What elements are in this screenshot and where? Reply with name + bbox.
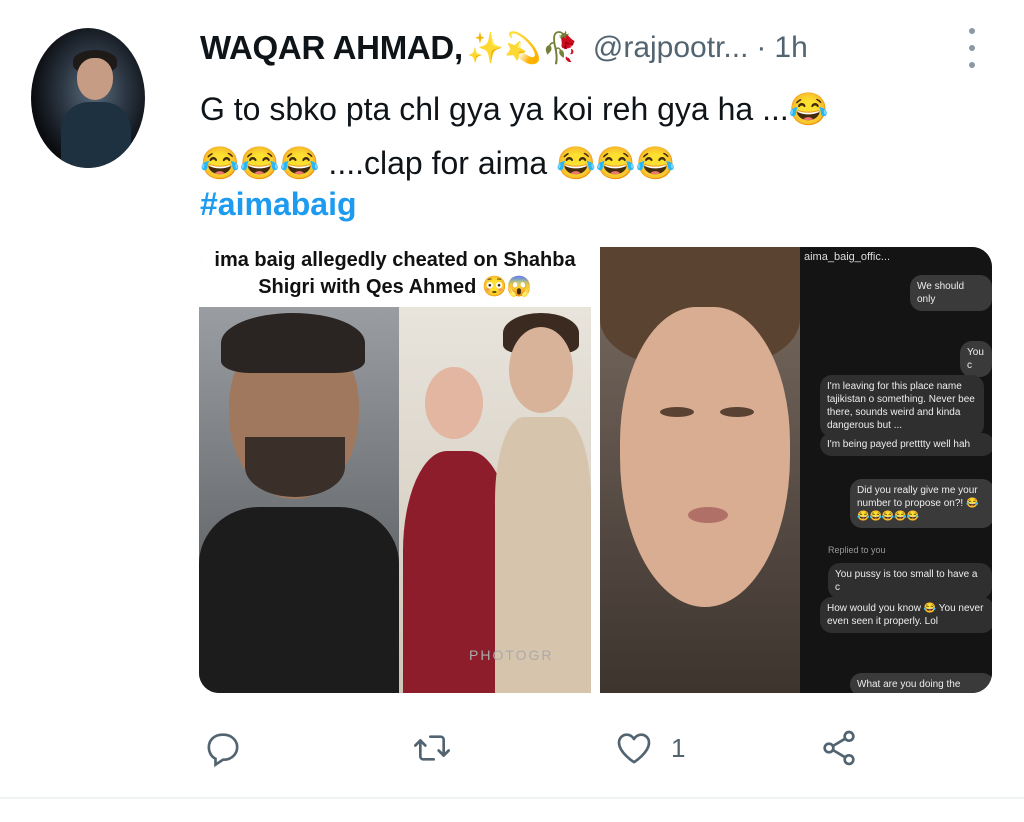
tweet-text-line: G to sbko pta chl gya ya koi reh gya ha … <box>200 91 829 127</box>
image-watermark: PHOTOGR <box>469 647 554 663</box>
author-handle[interactable]: @rajpootr... <box>593 31 749 65</box>
media-image-right[interactable]: aima_baig_offic... We should only You c … <box>600 247 992 693</box>
reply-button[interactable] <box>203 720 243 776</box>
avatar[interactable] <box>31 28 145 168</box>
heart-icon <box>613 728 655 768</box>
media-image-left[interactable]: ima baig allegedly cheated on Shahba Shi… <box>199 247 591 693</box>
tweet-time[interactable]: 1h <box>774 31 807 65</box>
retweet-icon <box>411 728 453 768</box>
more-options-icon[interactable] <box>960 28 984 68</box>
tweet-header: WAQAR AHMAD, ✨💫🥀 @rajpootr... · 1h <box>200 26 808 70</box>
tweet-text: G to sbko pta chl gya ya koi reh gya ha … <box>200 82 980 190</box>
chat-message: You pussy is too small to have a c <box>828 563 992 599</box>
hashtag-link[interactable]: #aimabaig <box>200 186 357 223</box>
author-name[interactable]: WAQAR AHMAD, <box>200 29 463 67</box>
author-emojis: ✨💫🥀 <box>466 31 579 65</box>
image-caption-line: Shigri with Qes Ahmed 😳😱 <box>258 276 532 298</box>
tweet-text-line: 😂😂😂 ....clap for aima 😂😂😂 <box>200 145 676 181</box>
couple-photo <box>399 307 591 693</box>
share-button[interactable] <box>818 720 860 776</box>
image-caption: ima baig allegedly cheated on Shahba Shi… <box>199 247 591 307</box>
girl-portrait <box>600 247 800 693</box>
chat-message: We should only <box>910 275 992 311</box>
chat-message: I'm being payed pretttty well hah <box>820 433 992 456</box>
share-icon <box>818 728 860 768</box>
chat-screenshot: aima_baig_offic... We should only You c … <box>800 247 992 693</box>
chat-reply-label: Replied to you <box>828 545 886 555</box>
separator-dot: · <box>756 31 767 64</box>
like-count: 1 <box>671 732 686 763</box>
avatar-image <box>31 28 145 168</box>
chat-header: aima_baig_offic... <box>804 251 891 263</box>
chat-message: You c <box>960 341 992 377</box>
tweet-divider <box>0 797 1024 799</box>
like-button[interactable]: 1 <box>613 720 685 776</box>
tweet-actions: 1 <box>0 720 1024 776</box>
chat-message: I'm leaving for this place name tajikist… <box>820 375 984 437</box>
image-caption-line: ima baig allegedly cheated on Shahba <box>214 249 576 271</box>
reply-icon <box>203 728 243 768</box>
chat-message: What are you doing the <box>850 673 992 693</box>
media-grid: ima baig allegedly cheated on Shahba Shi… <box>199 247 992 693</box>
chat-message: Did you really give me your number to pr… <box>850 479 992 528</box>
chat-message: How would you know 😂 You never even seen… <box>820 597 992 633</box>
retweet-button[interactable] <box>411 720 453 776</box>
man-portrait <box>199 307 399 693</box>
